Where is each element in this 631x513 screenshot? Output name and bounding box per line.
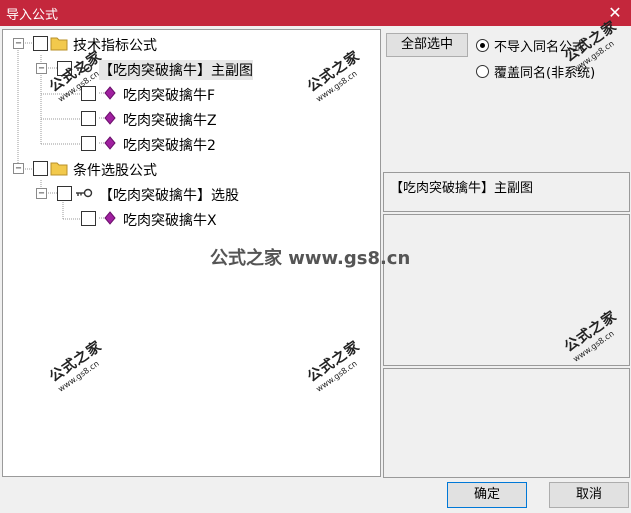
- tree-node-formula-f[interactable]: 吃肉突破擒牛F: [3, 84, 303, 104]
- radio-button[interactable]: [476, 65, 489, 78]
- close-icon[interactable]: ✕: [603, 1, 627, 25]
- formula-tree[interactable]: − 技术指标公式 − 【吃肉突破擒牛】主副图 吃肉突破擒牛F 吃肉突破擒牛Z 吃…: [2, 29, 381, 477]
- node-label: 吃肉突破擒牛X: [123, 213, 217, 229]
- gem-icon: [99, 86, 116, 100]
- tree-node-selection-formula[interactable]: − 【吃肉突破擒牛】选股: [3, 184, 303, 204]
- node-checkbox[interactable]: [81, 211, 96, 226]
- import-formula-dialog: 导入公式 ✕ − 技术指标公式 − 【吃肉突破擒牛】主副图 吃肉突破擒牛F 吃肉…: [0, 0, 631, 513]
- node-label: 吃肉突破擒牛Z: [123, 113, 217, 129]
- node-checkbox[interactable]: [81, 86, 96, 101]
- node-checkbox[interactable]: [33, 36, 48, 51]
- node-checkbox[interactable]: [57, 186, 72, 201]
- node-label: 吃肉突破擒牛F: [123, 88, 216, 104]
- gem-icon: [99, 136, 116, 150]
- node-checkbox[interactable]: [33, 161, 48, 176]
- node-checkbox[interactable]: [81, 136, 96, 151]
- collapse-icon[interactable]: −: [13, 163, 24, 174]
- radio-skip-same-name[interactable]: 不导入同名公式: [476, 36, 626, 55]
- formula-description-box: [383, 214, 630, 366]
- node-label: 吃肉突破擒牛2: [123, 138, 216, 154]
- formula-name-box: 【吃肉突破擒牛】主副图: [383, 172, 630, 212]
- collapse-icon[interactable]: −: [36, 188, 47, 199]
- tree-node-formula-2[interactable]: 吃肉突破擒牛2: [3, 134, 303, 154]
- key-icon: [76, 188, 93, 198]
- node-checkbox[interactable]: [57, 61, 72, 76]
- key-icon: [76, 63, 93, 73]
- gem-icon: [99, 111, 116, 125]
- tree-node-technical-indicators[interactable]: − 技术指标公式: [3, 34, 303, 54]
- folder-icon: [50, 162, 68, 176]
- window-title: 导入公式: [6, 8, 59, 23]
- node-checkbox[interactable]: [81, 111, 96, 126]
- radio-label: 不导入同名公式: [494, 40, 586, 55]
- folder-icon: [50, 37, 68, 51]
- ok-button[interactable]: 确定: [447, 482, 527, 508]
- tree-node-main-chart[interactable]: − 【吃肉突破擒牛】主副图: [3, 59, 303, 80]
- formula-name-text: 【吃肉突破擒牛】主副图: [390, 181, 534, 196]
- node-label: 条件选股公式: [73, 163, 157, 179]
- node-label: 技术指标公式: [73, 38, 157, 54]
- cancel-button[interactable]: 取消: [549, 482, 629, 508]
- collapse-icon[interactable]: −: [13, 38, 24, 49]
- tree-node-formula-x[interactable]: 吃肉突破擒牛X: [3, 209, 303, 229]
- radio-overwrite-same-name[interactable]: 覆盖同名(非系统): [476, 62, 626, 81]
- tree-node-stock-selection[interactable]: − 条件选股公式: [3, 159, 303, 179]
- collapse-icon[interactable]: −: [36, 63, 47, 74]
- title-bar: 导入公式 ✕: [0, 0, 631, 26]
- node-label: 【吃肉突破擒牛】选股: [99, 188, 239, 204]
- select-all-button[interactable]: 全部选中: [386, 33, 468, 57]
- node-label: 【吃肉突破擒牛】主副图: [99, 60, 253, 80]
- gem-icon: [99, 211, 116, 225]
- radio-button[interactable]: [476, 39, 489, 52]
- formula-params-box: [383, 368, 630, 478]
- tree-node-formula-z[interactable]: 吃肉突破擒牛Z: [3, 109, 303, 129]
- radio-label: 覆盖同名(非系统): [494, 66, 596, 81]
